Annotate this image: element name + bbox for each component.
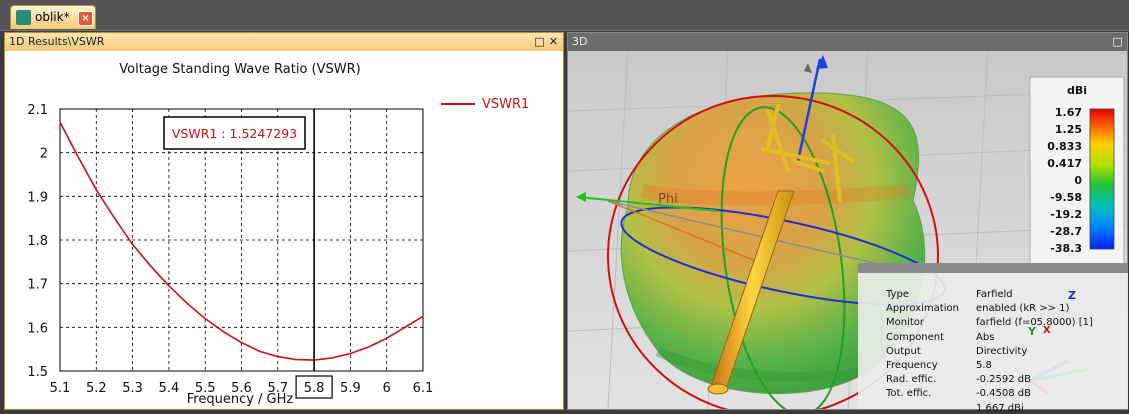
info-key: Rad. effic. bbox=[886, 374, 937, 386]
x-tick-label: 5.1 bbox=[50, 381, 71, 396]
y-tick-label: 2 bbox=[40, 147, 48, 162]
colorbar: dBi 1.67 1.25 0.833 0.417 0 -9.58 -19.2 -28.7 -3… bbox=[1029, 76, 1125, 274]
axis-z-label: Z bbox=[1068, 289, 1076, 302]
panel-title-3d: 3D □ bbox=[568, 33, 1127, 51]
x-tick-label: 5.9 bbox=[340, 381, 361, 396]
y-tick-label: 1.5 bbox=[27, 365, 48, 380]
x-tick-label: 6.1 bbox=[413, 381, 434, 396]
axis-x-label: X bbox=[1043, 325, 1051, 336]
document-tab[interactable]: oblik* × bbox=[10, 5, 96, 29]
colorbar-label: 0 bbox=[1074, 174, 1082, 187]
mast-base bbox=[707, 383, 729, 395]
close-icon[interactable]: × bbox=[78, 11, 93, 26]
info-key: Output bbox=[886, 345, 921, 357]
legend-label-vswr1: VSWR1 bbox=[482, 97, 529, 112]
y-tick-label: 1.7 bbox=[27, 278, 48, 293]
marker-x-label: 5.8 bbox=[304, 381, 325, 396]
app-icon bbox=[16, 10, 31, 25]
colorbar-label: 1.25 bbox=[1055, 123, 1082, 136]
colorbar-label: -9.58 bbox=[1050, 191, 1082, 204]
info-value: Abs bbox=[976, 331, 995, 343]
info-value: -0.4508 dB bbox=[976, 388, 1031, 400]
farfield-3d-panel: 3D □ Phi dBi 1.67 1.25 0.833 0.417 0 -9.… bbox=[567, 32, 1128, 414]
panel-title-text: 1D Results\VSWR bbox=[9, 35, 105, 48]
info-value: enabled (kR >> 1) bbox=[976, 303, 1070, 315]
x-tick-label: 5.3 bbox=[122, 381, 143, 396]
colorbar-gradient bbox=[1089, 108, 1115, 250]
y-tick-label: 1.9 bbox=[27, 190, 48, 205]
tab-label: oblik* bbox=[35, 10, 70, 24]
document-tab-bar: oblik* × bbox=[0, 0, 1129, 31]
y-tick-label: 2.1 bbox=[27, 103, 48, 118]
colorbar-label: -19.2 bbox=[1050, 208, 1082, 221]
colorbar-label: 0.833 bbox=[1047, 140, 1082, 153]
info-value: Directivity bbox=[976, 345, 1028, 357]
marker-value-label: VSWR1 : 1.5247293 bbox=[172, 126, 297, 141]
panel-title: 1D Results\VSWR □ ✕ bbox=[5, 33, 563, 51]
x-tick-label: 5.2 bbox=[86, 381, 107, 396]
vswr-chart: Voltage Standing Wave Ratio (VSWR) 5.1 5.… bbox=[27, 62, 529, 407]
info-key: Component bbox=[886, 331, 945, 343]
axis-y-label: Y bbox=[1028, 325, 1036, 338]
vswr-panel: 1D Results\VSWR □ ✕ Voltage Standing Wav… bbox=[4, 32, 564, 410]
info-value: -0.2592 dB bbox=[976, 374, 1031, 386]
info-key: Frequency bbox=[886, 360, 938, 371]
y-tick-labels: 1.5 1.6 1.7 1.8 1.9 2 2.1 bbox=[27, 103, 48, 380]
restore-icon-3d[interactable]: □ bbox=[1112, 36, 1123, 47]
colorbar-label: 0.417 bbox=[1047, 157, 1082, 170]
info-value: 1.667 dBi bbox=[976, 402, 1024, 414]
panel-title-3d-text: 3D bbox=[572, 35, 588, 48]
info-key: Monitor bbox=[886, 317, 925, 329]
colorbar-label: 1.67 bbox=[1055, 106, 1082, 119]
chart-title: Voltage Standing Wave Ratio (VSWR) bbox=[119, 62, 360, 77]
info-key: Approximation bbox=[886, 303, 959, 315]
farfield-info-box: Type Farfield Approximation enabled (kR >> … bbox=[858, 263, 1128, 414]
info-value: Farfield bbox=[976, 289, 1013, 300]
x-axis-label: Frequency / GHz bbox=[187, 392, 294, 407]
info-key: Type bbox=[886, 289, 909, 300]
y-tick-label: 1.8 bbox=[27, 234, 48, 249]
colorbar-label: -38.3 bbox=[1050, 242, 1082, 255]
restore-icon[interactable]: □ bbox=[534, 36, 545, 47]
colorbar-unit: dBi bbox=[1067, 84, 1087, 97]
colorbar-label: -28.7 bbox=[1050, 225, 1082, 238]
info-key: Tot. effic. bbox=[886, 388, 932, 400]
x-tick-label: 6 bbox=[383, 381, 391, 396]
x-tick-label: 5.4 bbox=[159, 381, 180, 396]
info-value: 5.8 bbox=[976, 360, 992, 371]
y-tick-label: 1.6 bbox=[27, 321, 48, 336]
close-panel-icon[interactable]: ✕ bbox=[548, 36, 559, 47]
